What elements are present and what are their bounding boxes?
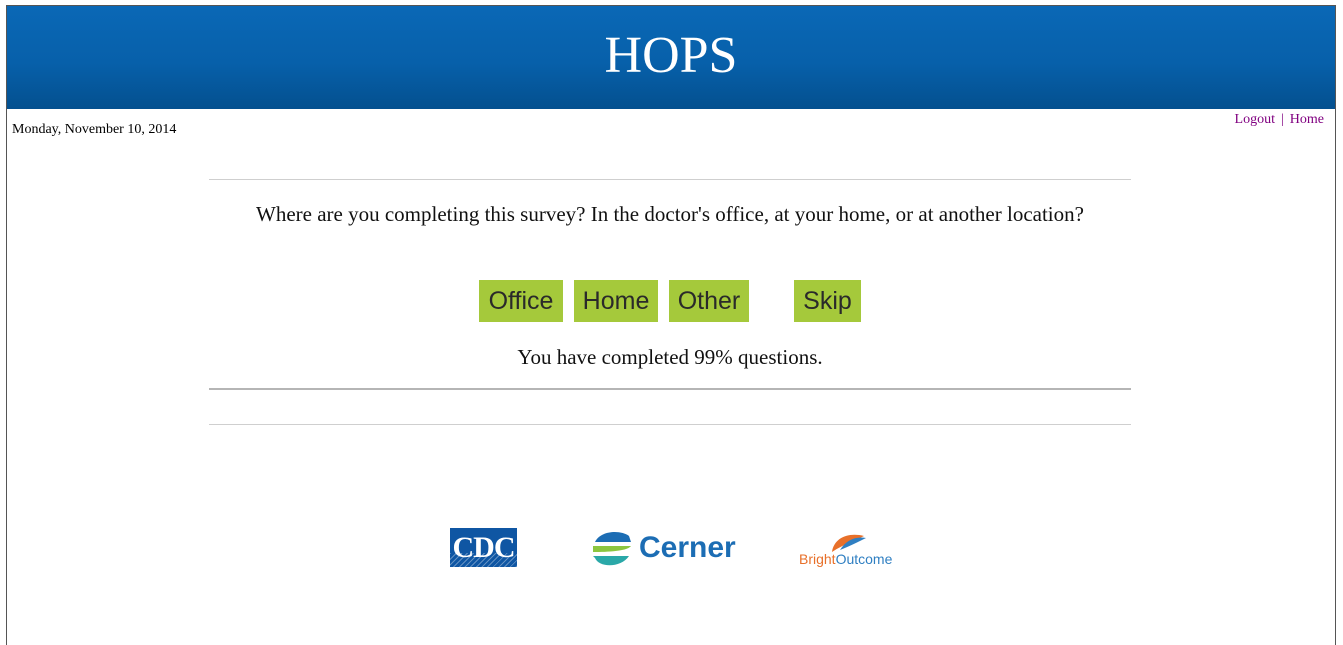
brightoutcome-logo-text: BrightOutcome	[799, 551, 893, 567]
divider-bottom	[209, 424, 1131, 425]
other-button[interactable]: Other	[669, 280, 749, 322]
divider-top	[209, 179, 1131, 180]
page-frame: HOPS Monday, November 10, 2014 Logout | Ho…	[6, 5, 1336, 645]
divider-middle	[209, 388, 1131, 390]
progress-text: You have completed 99% questions.	[517, 345, 823, 369]
app-title: HOPS	[604, 27, 738, 84]
cerner-logo-icon	[593, 532, 631, 566]
home-button[interactable]: Home	[574, 280, 658, 322]
cdc-logo: CDC	[450, 528, 517, 567]
nav-separator: |	[1280, 112, 1284, 127]
question-text: Where are you completing this survey? In…	[256, 202, 1084, 226]
logout-link[interactable]: Logout	[1235, 112, 1275, 127]
current-date: Monday, November 10, 2014	[12, 122, 177, 137]
sponsor-logos: CDC Cerner BrightOutcome	[7, 524, 1337, 574]
header-banner: HOPS	[7, 6, 1335, 109]
skip-button[interactable]: Skip	[794, 280, 861, 322]
home-link[interactable]: Home	[1290, 112, 1324, 127]
top-nav: Logout | Home	[1235, 112, 1324, 128]
office-button[interactable]: Office	[479, 280, 563, 322]
answer-buttons: Office Home Other Skip	[7, 280, 1337, 322]
cerner-logo-text: Cerner	[639, 531, 736, 564]
